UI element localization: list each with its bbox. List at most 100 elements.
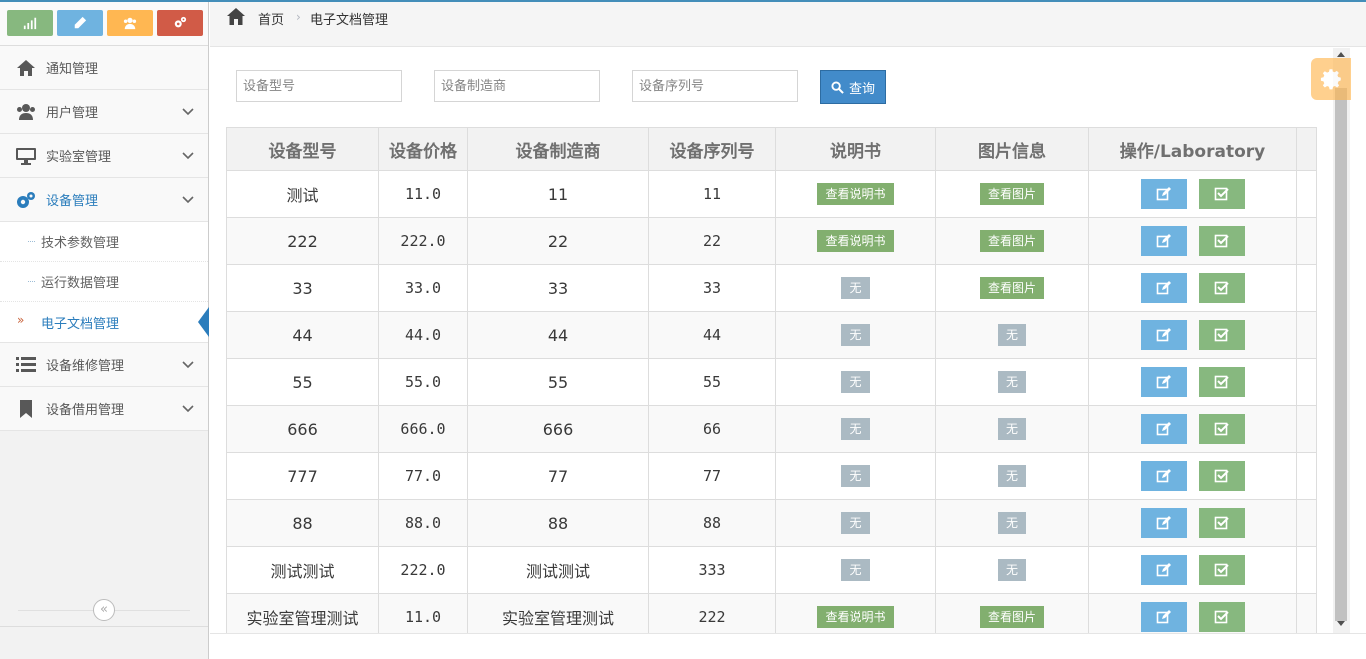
check-button[interactable] <box>1198 179 1245 209</box>
sidebar-collapse-button[interactable]: « <box>93 599 115 621</box>
cell-actions <box>1088 311 1297 359</box>
check-button[interactable] <box>1198 602 1245 632</box>
sidebar-item-notice[interactable]: 通知管理 <box>0 46 208 90</box>
edit-button[interactable] <box>1140 367 1187 397</box>
list-icon <box>16 356 36 372</box>
edit-button[interactable] <box>1140 226 1187 256</box>
sidebar-item-users[interactable]: 用户管理 <box>0 90 208 134</box>
table-row: 222 222.0 22 22 查看说明书 查看图片 <box>226 217 1317 265</box>
manual-label[interactable]: 查看说明书 <box>817 606 894 628</box>
check-button[interactable] <box>1198 508 1245 538</box>
image-label[interactable]: 查看图片 <box>979 277 1044 299</box>
cell-image: 查看图片 <box>935 170 1089 218</box>
gear-icon <box>1320 69 1341 90</box>
scrollbar-thumb[interactable] <box>1335 88 1347 621</box>
sidebar-item-label: 电子文档管理 <box>41 316 120 332</box>
cell-manual: 无 <box>775 499 936 547</box>
cell-manual: 查看说明书 <box>775 170 936 218</box>
header-model[interactable]: 设备型号 <box>226 127 379 171</box>
check-button[interactable] <box>1198 414 1245 444</box>
edit-button[interactable] <box>1140 179 1187 209</box>
query-button-label: 查询 <box>848 81 875 97</box>
image-label[interactable]: 查看图片 <box>979 230 1044 252</box>
shortcut-signal-button[interactable] <box>7 10 53 36</box>
sidebar-item-label: 技术参数管理 <box>41 236 120 251</box>
sidebar-item-label: 设备维修管理 <box>46 359 125 374</box>
cell-manual: 无 <box>775 452 936 500</box>
cell-image: 无 <box>935 358 1089 406</box>
cell-spacer <box>1296 452 1317 500</box>
cell-actions <box>1088 358 1297 406</box>
query-button[interactable]: 查询 <box>820 70 886 104</box>
sidebar-item-e-docs[interactable]: » 电子文档管理 <box>0 302 209 342</box>
edit-button[interactable] <box>1140 320 1187 350</box>
scroll-down-arrow[interactable] <box>1337 621 1345 626</box>
users-icon <box>123 17 137 30</box>
sidebar-bottom <box>0 626 208 659</box>
cell-image: 无 <box>935 405 1089 453</box>
shortcut-pencil-button[interactable] <box>57 10 103 36</box>
header-actions[interactable]: 操作/Laboratory <box>1088 127 1297 171</box>
cell-spacer <box>1296 217 1317 265</box>
header-serial[interactable]: 设备序列号 <box>648 127 776 171</box>
cell-price: 222.0 <box>378 217 468 265</box>
model-search-input[interactable] <box>236 70 402 102</box>
sidebar-item-maintenance[interactable]: 设备维修管理 <box>0 343 208 387</box>
edit-button[interactable] <box>1140 273 1187 303</box>
check-button[interactable] <box>1198 320 1245 350</box>
cell-maker: 88 <box>467 499 649 547</box>
check-button[interactable] <box>1198 555 1245 585</box>
breadcrumb-home-link[interactable]: 首页 <box>258 9 284 28</box>
check-button[interactable] <box>1198 273 1245 303</box>
check-button[interactable] <box>1198 226 1245 256</box>
settings-button[interactable] <box>1311 58 1351 100</box>
shortcut-users-button[interactable] <box>107 10 153 36</box>
sidebar-item-tech-params[interactable]: 技术参数管理 <box>0 222 208 262</box>
header-maker[interactable]: 设备制造商 <box>467 127 649 171</box>
cell-serial: 66 <box>648 405 776 453</box>
tree-dash <box>28 281 35 282</box>
scroll-up-arrow[interactable] <box>1337 52 1345 57</box>
table-row: 88 88.0 88 88 无无 <box>226 499 1317 547</box>
cell-price: 666.0 <box>378 405 468 453</box>
sidebar-item-lab[interactable]: 实验室管理 <box>0 134 208 178</box>
cell-spacer <box>1296 358 1317 406</box>
breadcrumb: 首页 › 电子文档管理 <box>210 2 1366 47</box>
edit-button[interactable] <box>1140 461 1187 491</box>
users-icon <box>17 103 35 120</box>
cell-image: 查看图片 <box>935 217 1089 265</box>
check-button[interactable] <box>1198 461 1245 491</box>
equipment-submenu: 技术参数管理 运行数据管理 » 电子文档管理 <box>0 222 209 343</box>
edit-button[interactable] <box>1140 555 1187 585</box>
image-label[interactable]: 查看图片 <box>979 183 1044 205</box>
edit-button[interactable] <box>1140 414 1187 444</box>
sidebar-item-borrow[interactable]: 设备借用管理 <box>0 387 208 431</box>
chevron-down-icon <box>182 152 194 160</box>
home-icon[interactable] <box>227 8 245 25</box>
maker-search-input[interactable] <box>434 70 600 102</box>
header-manual[interactable]: 说明书 <box>775 127 936 171</box>
check-button[interactable] <box>1198 367 1245 397</box>
edit-button[interactable] <box>1140 508 1187 538</box>
table-row: 测试 11.0 11 11 查看说明书 查看图片 <box>226 170 1317 218</box>
cell-price: 33.0 <box>378 264 468 312</box>
right-edge <box>1350 48 1366 633</box>
chevron-down-icon <box>182 361 194 369</box>
desktop-icon <box>16 147 36 165</box>
cell-model: 测试测试 <box>226 546 379 594</box>
scrollbar[interactable] <box>1333 48 1350 633</box>
chevron-down-icon <box>182 405 194 413</box>
sidebar-item-run-data[interactable]: 运行数据管理 <box>0 262 208 302</box>
manual-label[interactable]: 查看说明书 <box>817 230 894 252</box>
cell-image: 查看图片 <box>935 593 1089 633</box>
sidebar-item-equipment[interactable]: 设备管理 <box>0 178 208 222</box>
header-price[interactable]: 设备价格 <box>378 127 468 171</box>
sidebar-item-label: 设备借用管理 <box>46 403 125 418</box>
image-label[interactable]: 查看图片 <box>979 606 1044 628</box>
edit-button[interactable] <box>1140 602 1187 632</box>
manual-label[interactable]: 查看说明书 <box>817 183 894 205</box>
serial-search-input[interactable] <box>632 70 798 102</box>
image-label: 无 <box>997 324 1026 346</box>
header-image[interactable]: 图片信息 <box>935 127 1089 171</box>
shortcut-cogs-button[interactable] <box>157 10 203 36</box>
